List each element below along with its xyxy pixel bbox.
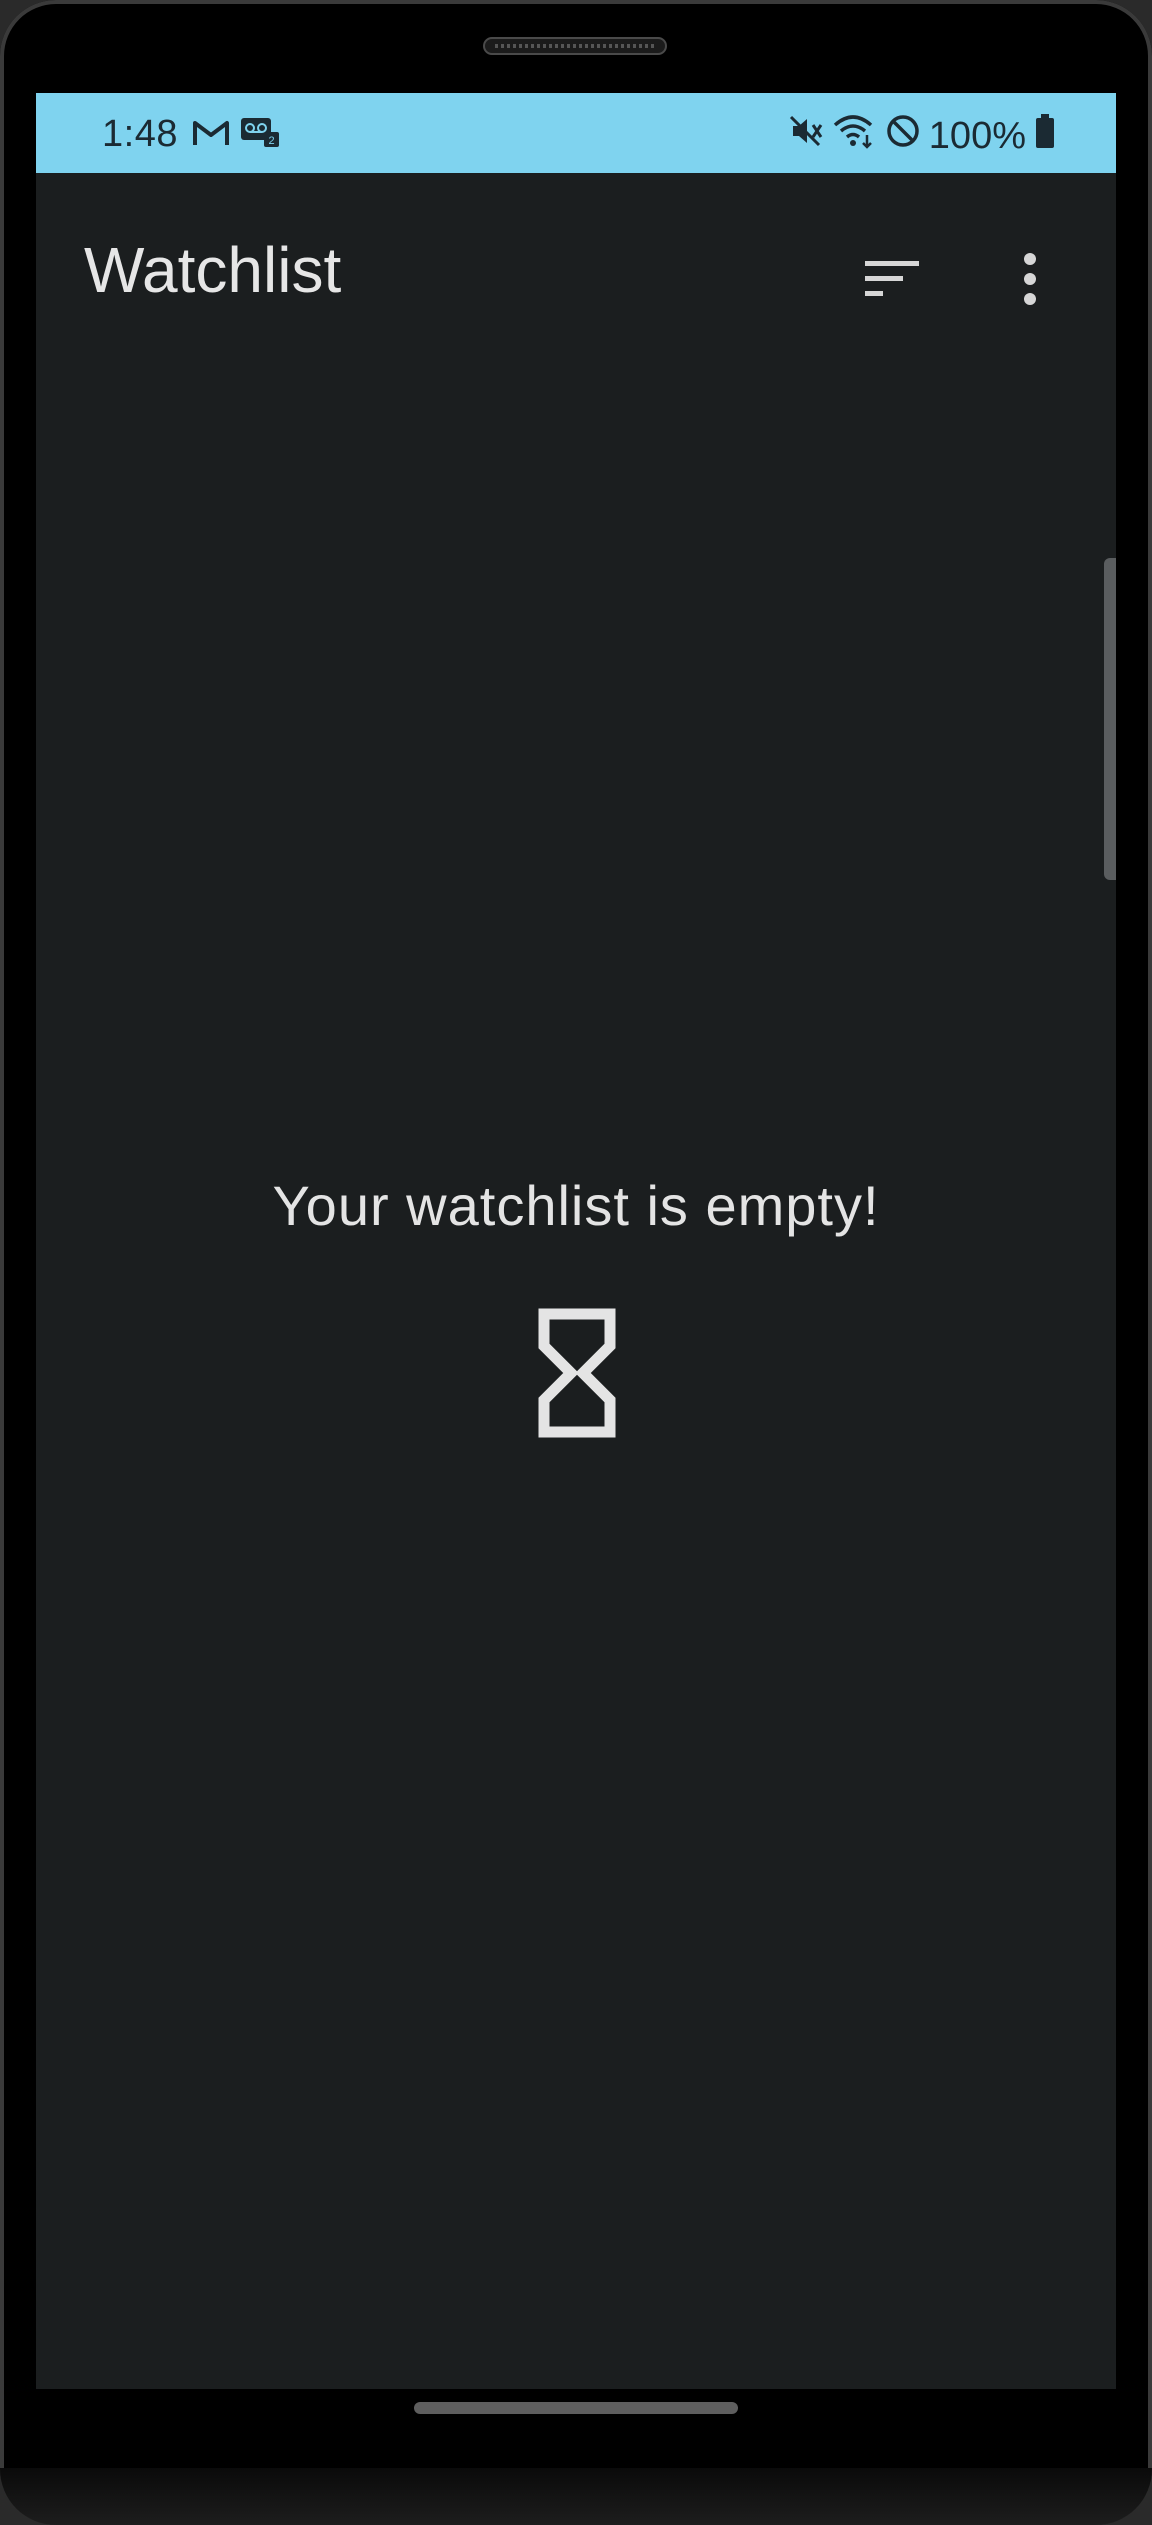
empty-message: Your watchlist is empty! bbox=[272, 1174, 880, 1237]
sort-icon bbox=[865, 261, 919, 296]
sort-button[interactable] bbox=[856, 243, 928, 315]
hourglass-icon bbox=[538, 1308, 616, 1438]
do-not-disturb-icon bbox=[885, 113, 921, 159]
svg-text:2: 2 bbox=[268, 135, 274, 147]
battery-icon bbox=[1034, 113, 1056, 159]
app-bar: Watchlist bbox=[36, 173, 1116, 363]
scroll-indicator[interactable] bbox=[1104, 558, 1116, 880]
more-vert-icon bbox=[1024, 253, 1036, 305]
empty-state: Your watchlist is empty! bbox=[36, 1173, 1116, 1238]
battery-percentage: 100% bbox=[928, 114, 1026, 157]
bottom-bezel bbox=[0, 2468, 1152, 2525]
earpiece-speaker bbox=[483, 37, 667, 55]
page-title: Watchlist bbox=[84, 234, 342, 306]
voicemail-icon: 2 bbox=[240, 115, 280, 158]
more-options-button[interactable] bbox=[994, 243, 1066, 315]
system-status-icons: 100% bbox=[789, 113, 1056, 159]
notification-icons: 2 bbox=[192, 115, 280, 158]
wifi-icon bbox=[833, 113, 877, 159]
app-screen: 1:48 2 100% Watchlist Your watchlist is … bbox=[36, 93, 1116, 2389]
gesture-nav-handle[interactable] bbox=[414, 2402, 738, 2414]
status-bar: 1:48 2 100% bbox=[36, 93, 1116, 173]
vibrate-off-icon bbox=[789, 114, 825, 158]
phone-frame: 1:48 2 100% Watchlist Your watchlist is … bbox=[0, 0, 1152, 2525]
status-time: 1:48 bbox=[102, 113, 178, 155]
gmail-icon bbox=[192, 115, 230, 158]
